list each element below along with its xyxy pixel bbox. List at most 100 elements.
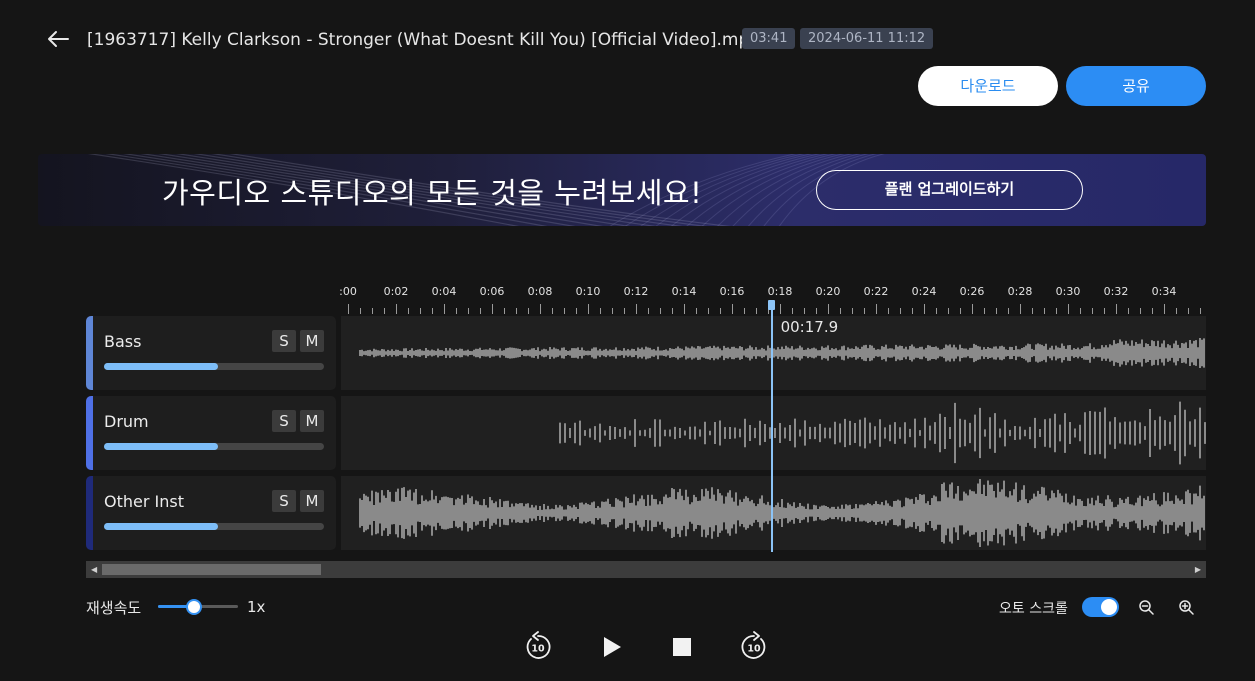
- ruler-tick: [1104, 308, 1105, 314]
- ruler-tick: [552, 308, 553, 314]
- ruler-tick: [1200, 308, 1201, 314]
- ruler-tick: [1188, 308, 1189, 314]
- ruler-tick: [672, 308, 673, 314]
- playhead-handle[interactable]: [768, 300, 776, 310]
- ruler-tick: [960, 308, 961, 314]
- ruler-tick: [876, 304, 877, 314]
- scrollbar-thumb[interactable]: [102, 564, 321, 575]
- ruler-label: 0:28: [1007, 285, 1033, 298]
- ruler-tick: [852, 308, 853, 314]
- volume-slider[interactable]: [104, 523, 324, 530]
- ruler-tick: [636, 304, 637, 314]
- horizontal-scrollbar[interactable]: ◀ ▶: [86, 561, 1206, 578]
- scroll-left-icon[interactable]: ◀: [91, 565, 97, 574]
- ruler-label: 0:02: [383, 285, 409, 298]
- ruler-tick: [684, 304, 685, 314]
- upgrade-banner: 가우디오 스튜디오의 모든 것을 누려보세요! 플랜 업그레이드하기: [38, 154, 1206, 226]
- ruler-tick: [840, 308, 841, 314]
- ruler-tick: [492, 304, 493, 314]
- ruler-tick: [816, 308, 817, 314]
- mute-button[interactable]: M: [300, 330, 324, 352]
- waveform-drum[interactable]: [341, 396, 1206, 470]
- ruler-tick: [1092, 308, 1093, 314]
- ruler-tick: [996, 308, 997, 314]
- ruler-tick: [1116, 304, 1117, 314]
- playhead-line[interactable]: [770, 306, 773, 552]
- scroll-right-icon[interactable]: ▶: [1195, 565, 1201, 574]
- back-arrow-icon[interactable]: [44, 26, 72, 52]
- rewind-10-icon[interactable]: 10: [521, 630, 555, 664]
- ruler-tick: [1152, 308, 1153, 314]
- playhead-time: 00:17.9: [780, 318, 839, 336]
- ruler-label: 0:34: [1151, 285, 1177, 298]
- ruler-tick: [660, 308, 661, 314]
- ruler-tick: [528, 308, 529, 314]
- ruler-tick: [792, 308, 793, 314]
- track-color-stripe: [86, 476, 93, 550]
- ruler-tick: [372, 308, 373, 314]
- zoom-out-icon[interactable]: [1137, 598, 1155, 616]
- ruler-tick: [948, 308, 949, 314]
- download-button[interactable]: 다운로드: [918, 66, 1058, 106]
- ruler-tick: [780, 304, 781, 314]
- solo-button[interactable]: S: [272, 490, 296, 512]
- stop-icon[interactable]: [665, 630, 699, 664]
- ruler-tick: [828, 304, 829, 314]
- speed-value: 1x: [247, 598, 266, 616]
- ruler-label: 0:14: [671, 285, 697, 298]
- ruler-tick: [588, 304, 589, 314]
- ruler-label: 0:24: [911, 285, 937, 298]
- ruler-tick: [444, 304, 445, 314]
- ruler-tick: [900, 308, 901, 314]
- ruler-tick: [648, 308, 649, 314]
- svg-text:10: 10: [531, 644, 545, 655]
- speed-slider-knob[interactable]: [186, 599, 202, 615]
- ruler-label: 0:20: [815, 285, 841, 298]
- waveform-other-inst[interactable]: [341, 476, 1206, 550]
- ruler-label: 0:32: [1103, 285, 1129, 298]
- mute-button[interactable]: M: [300, 490, 324, 512]
- ruler-tick: [1056, 308, 1057, 314]
- solo-button[interactable]: S: [272, 410, 296, 432]
- track-color-stripe: [86, 316, 93, 390]
- ruler-tick: [396, 304, 397, 314]
- ruler-tick: [468, 308, 469, 314]
- ruler-tick: [540, 304, 541, 314]
- toggle-knob: [1101, 599, 1117, 615]
- ruler-label: 0:26: [959, 285, 985, 298]
- ruler-tick: [744, 308, 745, 314]
- solo-button[interactable]: S: [272, 330, 296, 352]
- ruler-tick: [564, 308, 565, 314]
- share-button[interactable]: 공유: [1066, 66, 1206, 106]
- ruler-tick: [516, 308, 517, 314]
- ruler-tick: [504, 308, 505, 314]
- track-color-stripe: [86, 396, 93, 470]
- volume-slider[interactable]: [104, 363, 324, 370]
- volume-fill: [104, 523, 219, 530]
- ruler-label: 0:10: [575, 285, 601, 298]
- ruler-tick: [432, 308, 433, 314]
- track-bass: Bass S M: [86, 316, 336, 390]
- ruler-tick: [732, 304, 733, 314]
- play-icon[interactable]: [595, 630, 629, 664]
- ruler-tick: [864, 308, 865, 314]
- forward-10-icon[interactable]: 10: [737, 630, 771, 664]
- waveform-bass[interactable]: [341, 316, 1206, 390]
- file-title: [1963717] Kelly Clarkson - Stronger (Wha…: [87, 30, 761, 50]
- ruler-tick: [408, 308, 409, 314]
- volume-slider[interactable]: [104, 443, 324, 450]
- ruler-label: 0:06: [479, 285, 505, 298]
- track-name: Other Inst: [104, 492, 184, 511]
- ruler-label: 0:04: [431, 285, 457, 298]
- zoom-in-icon[interactable]: [1177, 598, 1195, 616]
- ruler-tick: [384, 308, 385, 314]
- autoscroll-toggle[interactable]: [1082, 597, 1119, 617]
- ruler-tick: [804, 308, 805, 314]
- ruler-tick: [360, 308, 361, 314]
- speed-label: 재생속도: [86, 599, 142, 617]
- duration-badge: 03:41: [742, 28, 796, 49]
- ruler-tick: [1020, 304, 1021, 314]
- ruler-tick: [1008, 308, 1009, 314]
- upgrade-plan-button[interactable]: 플랜 업그레이드하기: [816, 170, 1083, 210]
- mute-button[interactable]: M: [300, 410, 324, 432]
